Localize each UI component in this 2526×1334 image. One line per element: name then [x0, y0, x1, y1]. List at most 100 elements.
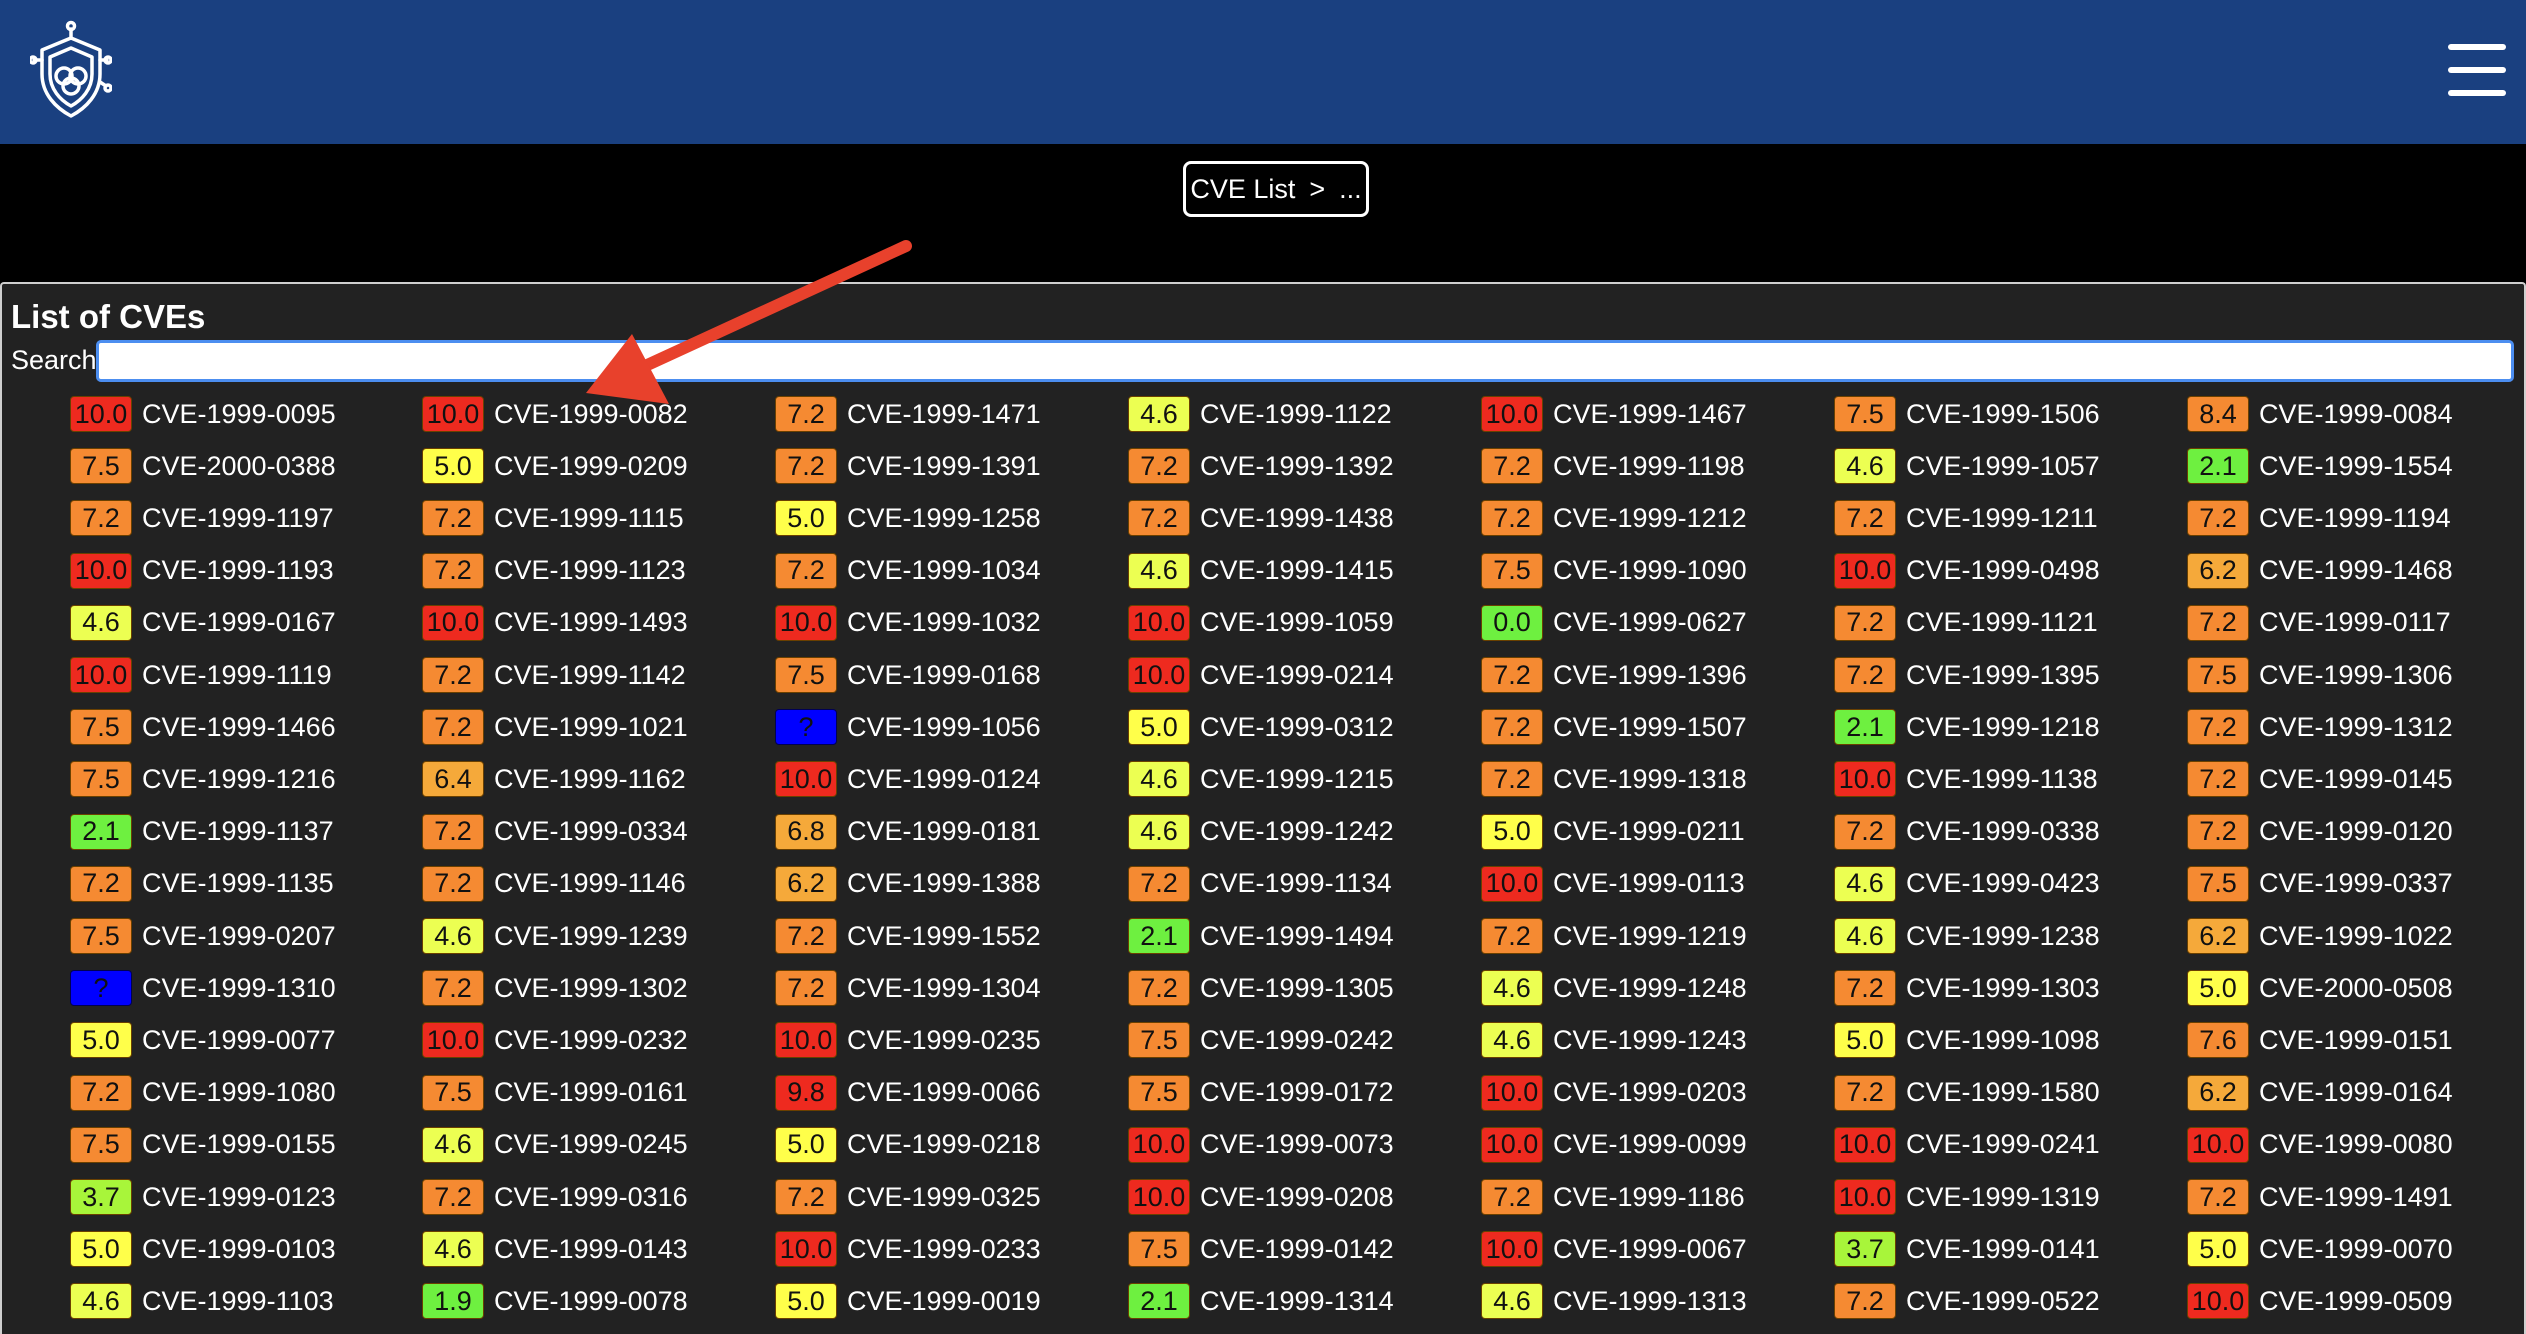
cve-item[interactable]: 5.0 CVE-1999-0209: [422, 446, 688, 486]
cve-id-link[interactable]: CVE-1999-1314: [1200, 1286, 1394, 1317]
cve-id-link[interactable]: CVE-1999-1212: [1553, 503, 1747, 534]
cve-id-link[interactable]: CVE-1999-1216: [142, 764, 336, 795]
cve-item[interactable]: 10.0 CVE-1999-1119: [70, 655, 332, 695]
cve-item[interactable]: 7.2 CVE-1999-1391: [775, 446, 1041, 486]
cve-item[interactable]: 4.6 CVE-1999-1415: [1128, 551, 1394, 591]
cve-id-link[interactable]: CVE-1999-0120: [2259, 816, 2453, 847]
cve-id-link[interactable]: CVE-1999-1306: [2259, 660, 2453, 691]
cve-id-link[interactable]: CVE-2000-0388: [142, 451, 336, 482]
cve-id-link[interactable]: CVE-1999-0123: [142, 1182, 336, 1213]
cve-item[interactable]: 7.5 CVE-1999-0207: [70, 916, 336, 956]
cve-item[interactable]: 6.2 CVE-1999-1022: [2187, 916, 2453, 956]
cve-id-link[interactable]: CVE-1999-1493: [494, 607, 688, 638]
cve-id-link[interactable]: CVE-1999-1312: [2259, 712, 2453, 743]
cve-id-link[interactable]: CVE-1999-1134: [1200, 868, 1392, 899]
cve-item[interactable]: 7.2 CVE-1999-1115: [422, 498, 684, 538]
cve-item[interactable]: 6.4 CVE-1999-1162: [422, 759, 686, 799]
cve-id-link[interactable]: CVE-1999-0498: [1906, 555, 2100, 586]
cve-id-link[interactable]: CVE-1999-1248: [1553, 973, 1747, 1004]
cve-item[interactable]: 10.0 CVE-1999-0208: [1128, 1177, 1394, 1217]
cve-id-link[interactable]: CVE-1999-0232: [494, 1025, 688, 1056]
cve-id-link[interactable]: CVE-1999-0080: [2259, 1129, 2453, 1160]
cve-id-link[interactable]: CVE-1999-1021: [494, 712, 688, 743]
cve-id-link[interactable]: CVE-1999-0203: [1553, 1077, 1747, 1108]
cve-id-link[interactable]: CVE-1999-1219: [1553, 921, 1747, 952]
cve-id-link[interactable]: CVE-1999-0325: [847, 1182, 1041, 1213]
cve-id-link[interactable]: CVE-1999-1243: [1553, 1025, 1747, 1056]
cve-item[interactable]: 7.5 CVE-1999-0168: [775, 655, 1041, 695]
cve-item[interactable]: 7.2 CVE-1999-0117: [2187, 603, 2451, 643]
cve-id-link[interactable]: CVE-1999-0209: [494, 451, 688, 482]
cve-item[interactable]: 7.5 CVE-1999-0337: [2187, 864, 2453, 904]
cve-id-link[interactable]: CVE-1999-0066: [847, 1077, 1041, 1108]
cve-item[interactable]: 4.6 CVE-1999-1215: [1128, 759, 1394, 799]
breadcrumb[interactable]: CVE List > ...: [1183, 161, 1369, 217]
cve-item[interactable]: 2.1 CVE-1999-1218: [1834, 707, 2100, 747]
cve-id-link[interactable]: CVE-1999-0312: [1200, 712, 1394, 743]
cve-item[interactable]: 4.6 CVE-1999-1122: [1128, 394, 1392, 434]
cve-item[interactable]: 7.2 CVE-1999-0334: [422, 812, 688, 852]
cve-item[interactable]: 10.0 CVE-1999-1493: [422, 603, 688, 643]
cve-id-link[interactable]: CVE-1999-0627: [1553, 607, 1747, 638]
cve-item[interactable]: 10.0 CVE-1999-0233: [775, 1229, 1041, 1269]
cve-id-link[interactable]: CVE-1999-1580: [1906, 1077, 2100, 1108]
cve-id-link[interactable]: CVE-1999-1303: [1906, 973, 2100, 1004]
cve-item[interactable]: 7.2 CVE-1999-1318: [1481, 759, 1747, 799]
cve-id-link[interactable]: CVE-1999-0181: [847, 816, 1041, 847]
cve-id-link[interactable]: CVE-1999-0155: [142, 1129, 336, 1160]
cve-item[interactable]: 5.0 CVE-1999-0218: [775, 1125, 1041, 1165]
cve-item[interactable]: 7.2 CVE-1999-1312: [2187, 707, 2453, 747]
cve-item[interactable]: 4.6 CVE-1999-1103: [70, 1281, 334, 1321]
cve-item[interactable]: 7.5 CVE-2000-0388: [70, 446, 336, 486]
cve-item[interactable]: 7.5 CVE-1999-1506: [1834, 394, 2100, 434]
cve-item[interactable]: 10.0 CVE-1999-0082: [422, 394, 688, 434]
cve-item[interactable]: 7.6 CVE-1999-0151: [2187, 1020, 2453, 1060]
cve-id-link[interactable]: CVE-1999-1198: [1553, 451, 1745, 482]
cve-item[interactable]: 5.0 CVE-1999-0019: [775, 1281, 1041, 1321]
cve-item[interactable]: 5.0 CVE-1999-0070: [2187, 1229, 2453, 1269]
cve-item[interactable]: 10.0 CVE-1999-0498: [1834, 551, 2100, 591]
cve-id-link[interactable]: CVE-1999-0334: [494, 816, 688, 847]
cve-id-link[interactable]: CVE-1999-1142: [494, 660, 686, 691]
cve-id-link[interactable]: CVE-1999-0084: [2259, 399, 2453, 430]
cve-id-link[interactable]: CVE-1999-0172: [1200, 1077, 1394, 1108]
cve-item[interactable]: 7.5 CVE-1999-0242: [1128, 1020, 1394, 1060]
cve-id-link[interactable]: CVE-1999-1554: [2259, 451, 2453, 482]
cve-id-link[interactable]: CVE-1999-1122: [1200, 399, 1392, 430]
cve-item[interactable]: 10.0 CVE-1999-0214: [1128, 655, 1394, 695]
cve-item[interactable]: 6.2 CVE-1999-1468: [2187, 551, 2453, 591]
cve-id-link[interactable]: CVE-1999-1392: [1200, 451, 1394, 482]
hamburger-menu-icon[interactable]: [2448, 44, 2506, 96]
cve-item[interactable]: 7.2 CVE-1999-1134: [1128, 864, 1392, 904]
cve-item[interactable]: 4.6 CVE-1999-0167: [70, 603, 336, 643]
cve-item[interactable]: 6.2 CVE-1999-1388: [775, 864, 1041, 904]
cve-id-link[interactable]: CVE-1999-1318: [1553, 764, 1747, 795]
cve-id-link[interactable]: CVE-1999-1506: [1906, 399, 2100, 430]
cve-id-link[interactable]: CVE-1999-1032: [847, 607, 1041, 638]
cve-id-link[interactable]: CVE-1999-0099: [1553, 1129, 1747, 1160]
cve-item[interactable]: 10.0 CVE-1999-0080: [2187, 1125, 2453, 1165]
cve-item[interactable]: 10.0 CVE-1999-0067: [1481, 1229, 1747, 1269]
cve-item[interactable]: 4.6 CVE-1999-1242: [1128, 812, 1394, 852]
cve-item[interactable]: 2.1 CVE-1999-1314: [1128, 1281, 1394, 1321]
cve-item[interactable]: 7.2 CVE-1999-1142: [422, 655, 686, 695]
cve-id-link[interactable]: CVE-1999-1080: [142, 1077, 336, 1108]
cve-id-link[interactable]: CVE-1999-1415: [1200, 555, 1394, 586]
cve-item[interactable]: 7.2 CVE-1999-1507: [1481, 707, 1747, 747]
cve-item[interactable]: 3.7 CVE-1999-0123: [70, 1177, 336, 1217]
cve-item[interactable]: 7.2 CVE-1999-1303: [1834, 968, 2100, 1008]
cve-id-link[interactable]: CVE-1999-1304: [847, 973, 1041, 1004]
cve-item[interactable]: 7.2 CVE-1999-1034: [775, 551, 1041, 591]
cve-id-link[interactable]: CVE-1999-1138: [1906, 764, 2098, 795]
cve-id-link[interactable]: CVE-1999-0338: [1906, 816, 2100, 847]
cve-item[interactable]: 4.6 CVE-1999-0423: [1834, 864, 2100, 904]
cve-id-link[interactable]: CVE-1999-1396: [1553, 660, 1747, 691]
cve-item[interactable]: 7.2 CVE-1999-1121: [1834, 603, 2098, 643]
cve-item[interactable]: 7.5 CVE-1999-0142: [1128, 1229, 1394, 1269]
cve-id-link[interactable]: CVE-1999-1313: [1553, 1286, 1747, 1317]
shield-brain-logo-icon[interactable]: [28, 20, 113, 122]
cve-id-link[interactable]: CVE-1999-1211: [1906, 503, 2098, 534]
cve-item[interactable]: 10.0 CVE-1999-0099: [1481, 1125, 1747, 1165]
cve-id-link[interactable]: CVE-1999-1491: [2259, 1182, 2453, 1213]
cve-id-link[interactable]: CVE-1999-1193: [142, 555, 334, 586]
